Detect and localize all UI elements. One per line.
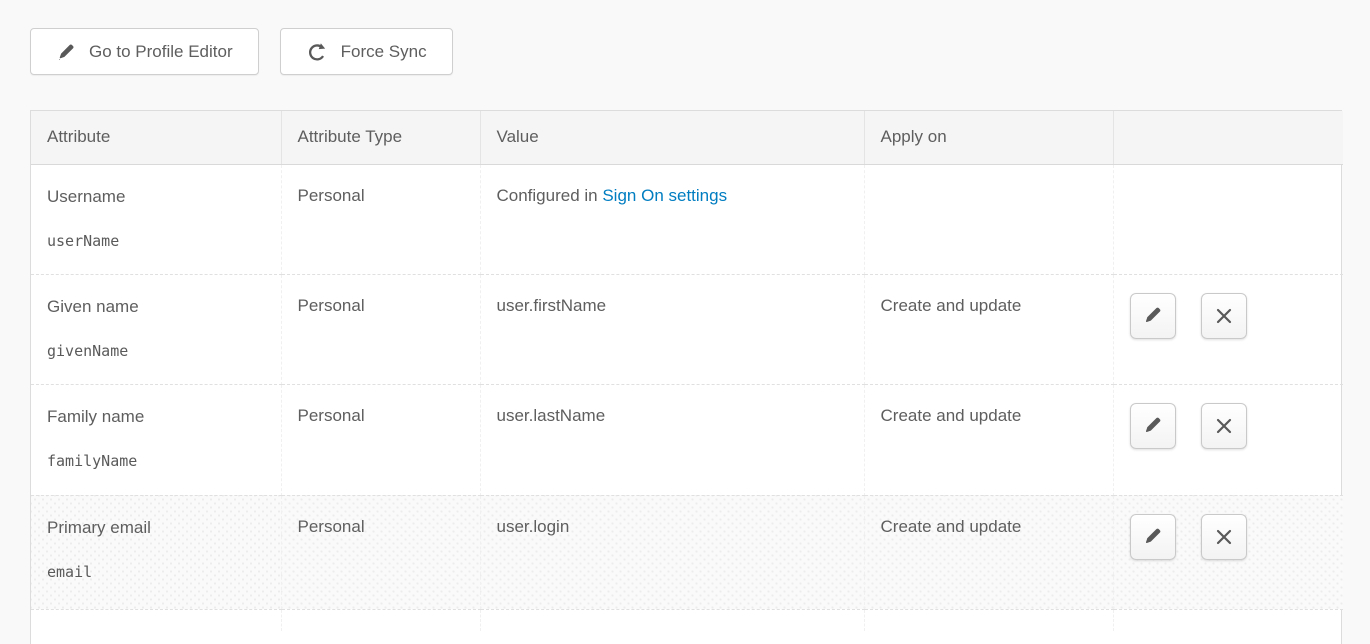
pencil-icon [1142, 305, 1163, 326]
table-row-family-name: Family name familyName Personal user.las… [31, 384, 1343, 495]
close-icon [1215, 417, 1233, 435]
apply-on-cell [864, 164, 1113, 274]
sign-on-settings-link[interactable]: Sign On settings [602, 186, 727, 205]
value-cell: Configured in Sign On settings [480, 164, 864, 274]
delete-attribute-button[interactable] [1201, 293, 1247, 339]
col-header-attribute-type: Attribute Type [281, 111, 480, 164]
pencil-icon [1142, 415, 1163, 436]
apply-on-cell: Create and update [864, 274, 1113, 384]
attribute-mapping-table: Attribute Attribute Type Value Apply on … [30, 110, 1342, 644]
force-sync-button[interactable]: Force Sync [280, 28, 453, 75]
value-cell: user.lastName [480, 384, 864, 495]
delete-attribute-button[interactable] [1201, 403, 1247, 449]
go-to-profile-editor-button[interactable]: Go to Profile Editor [30, 28, 259, 75]
table-row-primary-email: Primary email email Personal user.login … [31, 495, 1343, 609]
table-row-partial [31, 609, 1343, 631]
col-header-attribute: Attribute [31, 111, 281, 164]
toolbar: Go to Profile Editor Force Sync [30, 28, 453, 75]
attribute-type-cell: Personal [281, 384, 480, 495]
attribute-label: Primary email [47, 517, 265, 538]
attribute-type-cell: Personal [281, 274, 480, 384]
col-header-actions [1113, 111, 1343, 164]
apply-on-cell: Create and update [864, 495, 1113, 609]
attribute-variable-name: email [47, 562, 265, 583]
attribute-type-cell: Personal [281, 164, 480, 274]
close-icon [1215, 528, 1233, 546]
attribute-variable-name: userName [47, 231, 265, 252]
table-row-username: Username userName Personal Configured in… [31, 164, 1343, 274]
value-prefix-text: Configured in [497, 186, 603, 205]
col-header-value: Value [480, 111, 864, 164]
attribute-type-cell: Personal [281, 495, 480, 609]
delete-attribute-button[interactable] [1201, 514, 1247, 560]
apply-on-cell: Create and update [864, 384, 1113, 495]
pencil-icon [1142, 526, 1163, 547]
go-to-profile-editor-label: Go to Profile Editor [89, 42, 233, 62]
attribute-variable-name: givenName [47, 341, 265, 362]
col-header-apply-on: Apply on [864, 111, 1113, 164]
refresh-icon [306, 41, 328, 63]
edit-attribute-button[interactable] [1130, 403, 1176, 449]
value-cell: user.login [480, 495, 864, 609]
attribute-variable-name: familyName [47, 451, 265, 472]
attribute-label: Family name [47, 406, 265, 427]
close-icon [1215, 307, 1233, 325]
pencil-icon [56, 42, 76, 62]
attribute-label: Given name [47, 296, 265, 317]
force-sync-label: Force Sync [341, 42, 427, 62]
value-cell: user.firstName [480, 274, 864, 384]
attribute-label: Username [47, 186, 265, 207]
edit-attribute-button[interactable] [1130, 514, 1176, 560]
table-row-given-name: Given name givenName Personal user.first… [31, 274, 1343, 384]
table-header: Attribute Attribute Type Value Apply on [31, 111, 1343, 164]
edit-attribute-button[interactable] [1130, 293, 1176, 339]
